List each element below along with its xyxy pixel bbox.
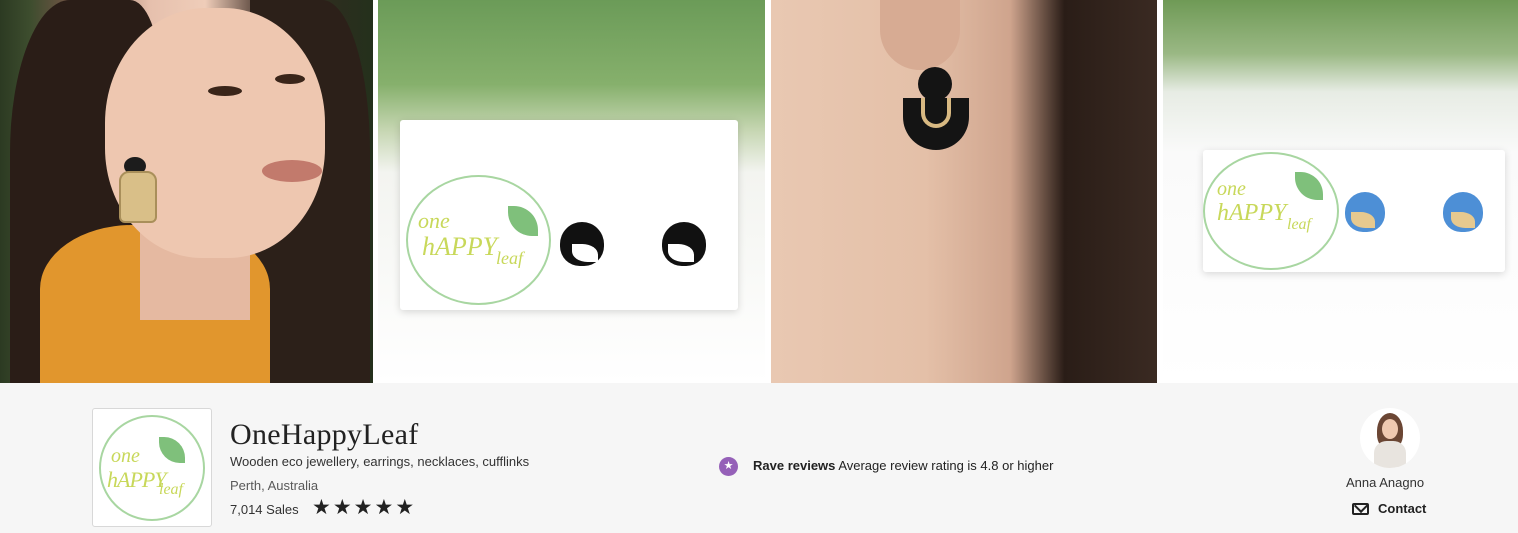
logo-word: hAPPY — [107, 467, 167, 492]
banner-image-penguin-studs: one hAPPY leaf — [378, 0, 765, 383]
shop-location: Perth, Australia — [230, 478, 319, 493]
star-badge-icon: ★ — [719, 457, 738, 476]
penguin-belly-shape — [668, 244, 694, 262]
card-logo-word: one — [418, 208, 450, 233]
card-logo-word: one — [1217, 178, 1246, 200]
contact-label: Contact — [1378, 501, 1427, 516]
rave-reviews-badge: Rave reviews Average review rating is 4.… — [753, 458, 1053, 473]
penguin-stud-icon — [560, 222, 604, 266]
shop-rating-stars[interactable]: ★ ★ ★ ★ ★ — [312, 497, 414, 519]
eye-shape — [275, 74, 305, 84]
shop-name: OneHappyLeaf — [230, 418, 419, 451]
banner-image-circle-earring — [771, 0, 1157, 383]
envelope-icon — [1352, 502, 1369, 515]
wren-belly-shape — [1451, 212, 1475, 228]
badge-title: Rave reviews — [753, 458, 836, 473]
earring-drop-shape — [119, 171, 157, 223]
star-icon: ★ — [395, 496, 415, 519]
blue-wren-stud-icon — [1345, 192, 1385, 232]
earring-card: one hAPPY leaf — [1203, 150, 1505, 272]
shop-logo[interactable]: one hAPPY leaf — [92, 408, 212, 527]
shop-info-bar: one hAPPY leaf OneHappyLeaf Wooden eco j… — [0, 383, 1518, 533]
card-logo-word: hAPPY — [422, 232, 498, 261]
earring-card: one hAPPY leaf — [400, 120, 738, 310]
logo-word: leaf — [159, 481, 183, 498]
banner-image-wren-studs: one hAPPY leaf — [1163, 0, 1518, 383]
star-icon: ★ — [312, 496, 331, 519]
blue-wren-stud-icon — [1443, 192, 1483, 232]
shop-tagline: Wooden eco jewellery, earrings, necklace… — [230, 454, 530, 469]
shop-banner: one hAPPY leaf one hAPPY leaf — [0, 0, 1518, 383]
earring-stud-shape — [918, 67, 952, 101]
banner-image-model — [0, 0, 373, 383]
wren-belly-shape — [1351, 212, 1375, 228]
earring-gold-arc — [921, 98, 951, 128]
contact-button[interactable]: Contact — [1352, 501, 1426, 516]
owner-avatar[interactable] — [1360, 408, 1420, 468]
badge-description: Average review rating is 4.8 or higher — [838, 458, 1054, 473]
card-logo-word: leaf — [496, 248, 523, 268]
logo-word: one — [111, 445, 140, 467]
star-icon: ★ — [332, 496, 352, 519]
penguin-stud-icon — [662, 222, 706, 266]
avatar-body-shape — [1374, 441, 1406, 468]
owner-name[interactable]: Anna Anagno — [1346, 475, 1424, 490]
eye-shape — [208, 86, 242, 96]
card-logo-word: hAPPY — [1217, 200, 1287, 226]
lips-shape — [262, 160, 322, 182]
card-logo-word: leaf — [1287, 216, 1311, 233]
shop-header: one hAPPY leaf one hAPPY leaf one hAPPY … — [0, 0, 1518, 533]
penguin-belly-shape — [572, 244, 598, 262]
avatar-face-shape — [1382, 419, 1398, 439]
shop-sales-count[interactable]: 7,014 Sales — [230, 502, 299, 517]
star-icon: ★ — [353, 496, 373, 519]
star-icon: ★ — [374, 496, 394, 519]
